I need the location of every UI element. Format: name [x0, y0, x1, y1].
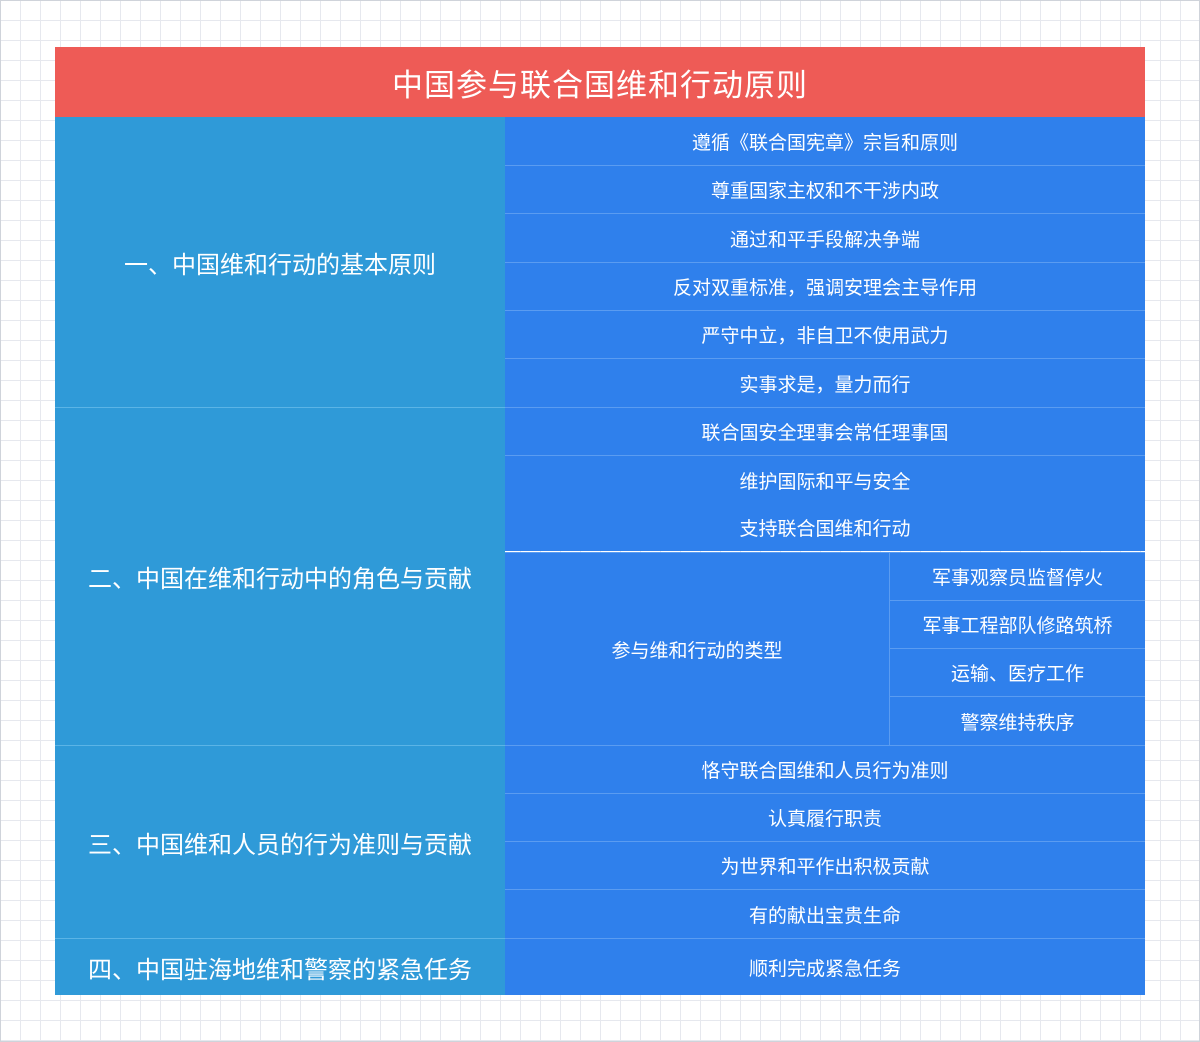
sub-list-item: 运输、医疗工作: [890, 648, 1145, 696]
list-item: 遵循《联合国宪章》宗旨和原则: [505, 117, 1145, 165]
sub-list-item: 军事观察员监督停火: [890, 552, 1145, 600]
section-haiti-police: 四、中国驻海地维和警察的紧急任务: [55, 938, 505, 995]
list-item: 反对双重标准，强调安理会主导作用: [505, 262, 1145, 310]
list-item: 联合国安全理事会常任理事国: [505, 407, 1145, 455]
section-roles-contributions: 二、中国在维和行动中的角色与贡献: [55, 407, 505, 745]
list-item: 有的献出宝贵生命: [505, 889, 1145, 938]
list-item: 恪守联合国维和人员行为准则: [505, 745, 1145, 793]
section-basic-principles: 一、中国维和行动的基本原则: [55, 117, 505, 407]
sub-list-item: 军事工程部队修路筑桥: [890, 600, 1145, 648]
list-item: 顺利完成紧急任务: [505, 938, 1145, 995]
table-title: 中国参与联合国维和行动原则: [55, 47, 1145, 117]
list-item: 通过和平手段解决争端: [505, 213, 1145, 262]
list-item: 实事求是，量力而行: [505, 358, 1145, 407]
sub-group-mission-types: 参与维和行动的类型: [505, 552, 890, 745]
sub-list-item: 警察维持秩序: [890, 696, 1145, 745]
list-item: 严守中立，非自卫不使用武力: [505, 310, 1145, 358]
list-item: 认真履行职责: [505, 793, 1145, 841]
list-item: 为世界和平作出积极贡献: [505, 841, 1145, 889]
section-code-of-conduct: 三、中国维和人员的行为准则与贡献: [55, 745, 505, 938]
list-item: 支持联合国维和行动: [739, 518, 911, 540]
list-item: 尊重国家主权和不干涉内政: [505, 165, 1145, 213]
principles-table: 中国参与联合国维和行动原则 一、中国维和行动的基本原则 遵循《联合国宪章》宗旨和…: [55, 47, 1145, 995]
